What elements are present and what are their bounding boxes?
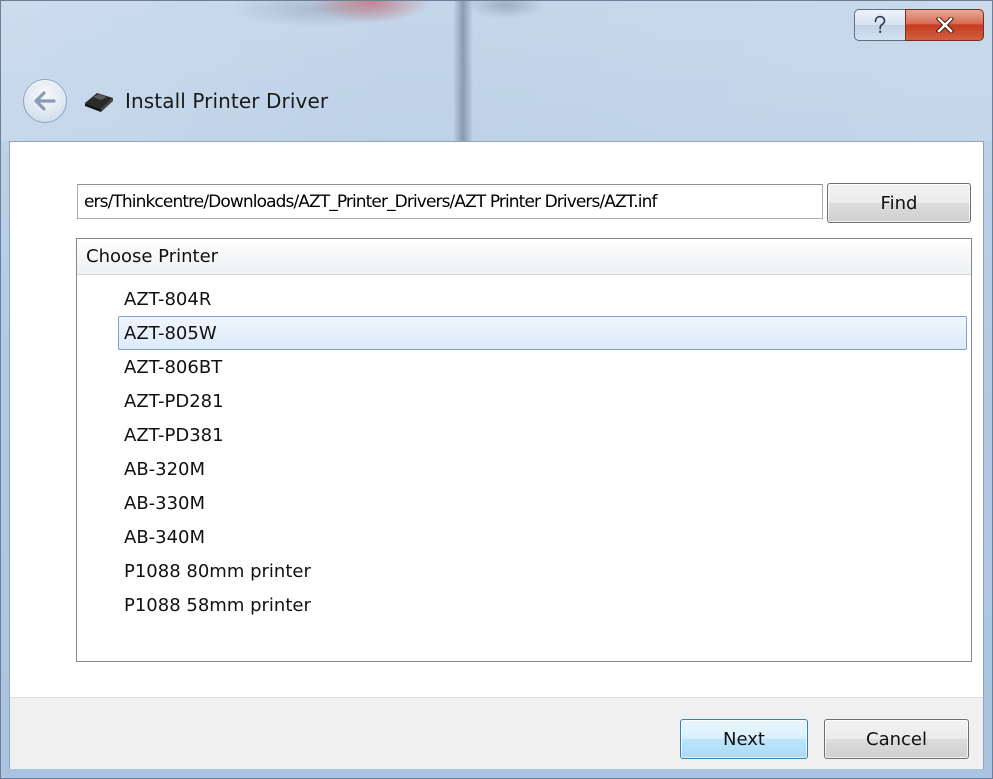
printer-list-item[interactable]: P1088 58mm printer — [118, 588, 967, 622]
glass-frame-streak — [453, 1, 473, 141]
printer-list-items: AZT-804R AZT-805W AZT-806BT AZT-PD281 AZ… — [77, 275, 971, 622]
dialog-footer: Next Cancel — [10, 697, 983, 769]
printer-list-item[interactable]: AB-320M — [118, 452, 967, 486]
printer-list-item-selected[interactable]: AZT-805W — [118, 316, 967, 350]
printer-name: P1088 80mm printer — [124, 560, 311, 582]
install-printer-driver-dialog: Install Printer Driver Find Choose Print… — [0, 0, 993, 779]
close-button[interactable] — [905, 9, 984, 41]
printer-name: AZT-805W — [124, 322, 217, 344]
dialog-content: Find Choose Printer AZT-804R AZT-805W AZ… — [9, 141, 984, 769]
printer-list-item[interactable]: AZT-804R — [118, 282, 967, 316]
printer-name: AZT-PD281 — [124, 390, 224, 412]
printer-name: AZT-PD381 — [124, 424, 224, 446]
back-button[interactable] — [23, 79, 67, 123]
next-button[interactable]: Next — [680, 719, 808, 759]
printer-list-item[interactable]: AZT-806BT — [118, 350, 967, 384]
printer-name: AB-320M — [124, 458, 206, 480]
printer-name: P1088 58mm printer — [124, 594, 311, 616]
driver-path-input[interactable] — [77, 184, 823, 219]
dialog-title: Install Printer Driver — [125, 89, 329, 113]
question-mark-icon — [874, 15, 886, 33]
printer-list-item[interactable]: AB-340M — [118, 520, 967, 554]
find-button[interactable]: Find — [827, 183, 971, 223]
printer-list-item[interactable]: P1088 80mm printer — [118, 554, 967, 588]
printer-list-item[interactable]: AZT-PD381 — [118, 418, 967, 452]
printer-name: AZT-804R — [124, 288, 212, 310]
close-x-icon — [935, 17, 954, 33]
back-arrow-icon — [34, 91, 56, 111]
printer-name: AB-340M — [124, 526, 206, 548]
printer-list-header: Choose Printer — [77, 239, 971, 275]
printer-list-item[interactable]: AZT-PD281 — [118, 384, 967, 418]
dialog-header: Install Printer Driver — [23, 79, 328, 123]
title-bar-controls — [854, 9, 984, 41]
printer-list[interactable]: Choose Printer AZT-804R AZT-805W AZT-806… — [76, 238, 972, 662]
cancel-button[interactable]: Cancel — [824, 719, 969, 759]
printer-icon — [83, 88, 115, 114]
printer-name: AZT-806BT — [124, 356, 223, 378]
printer-list-item[interactable]: AB-330M — [118, 486, 967, 520]
printer-name: AB-330M — [124, 492, 206, 514]
help-button[interactable] — [854, 9, 905, 41]
